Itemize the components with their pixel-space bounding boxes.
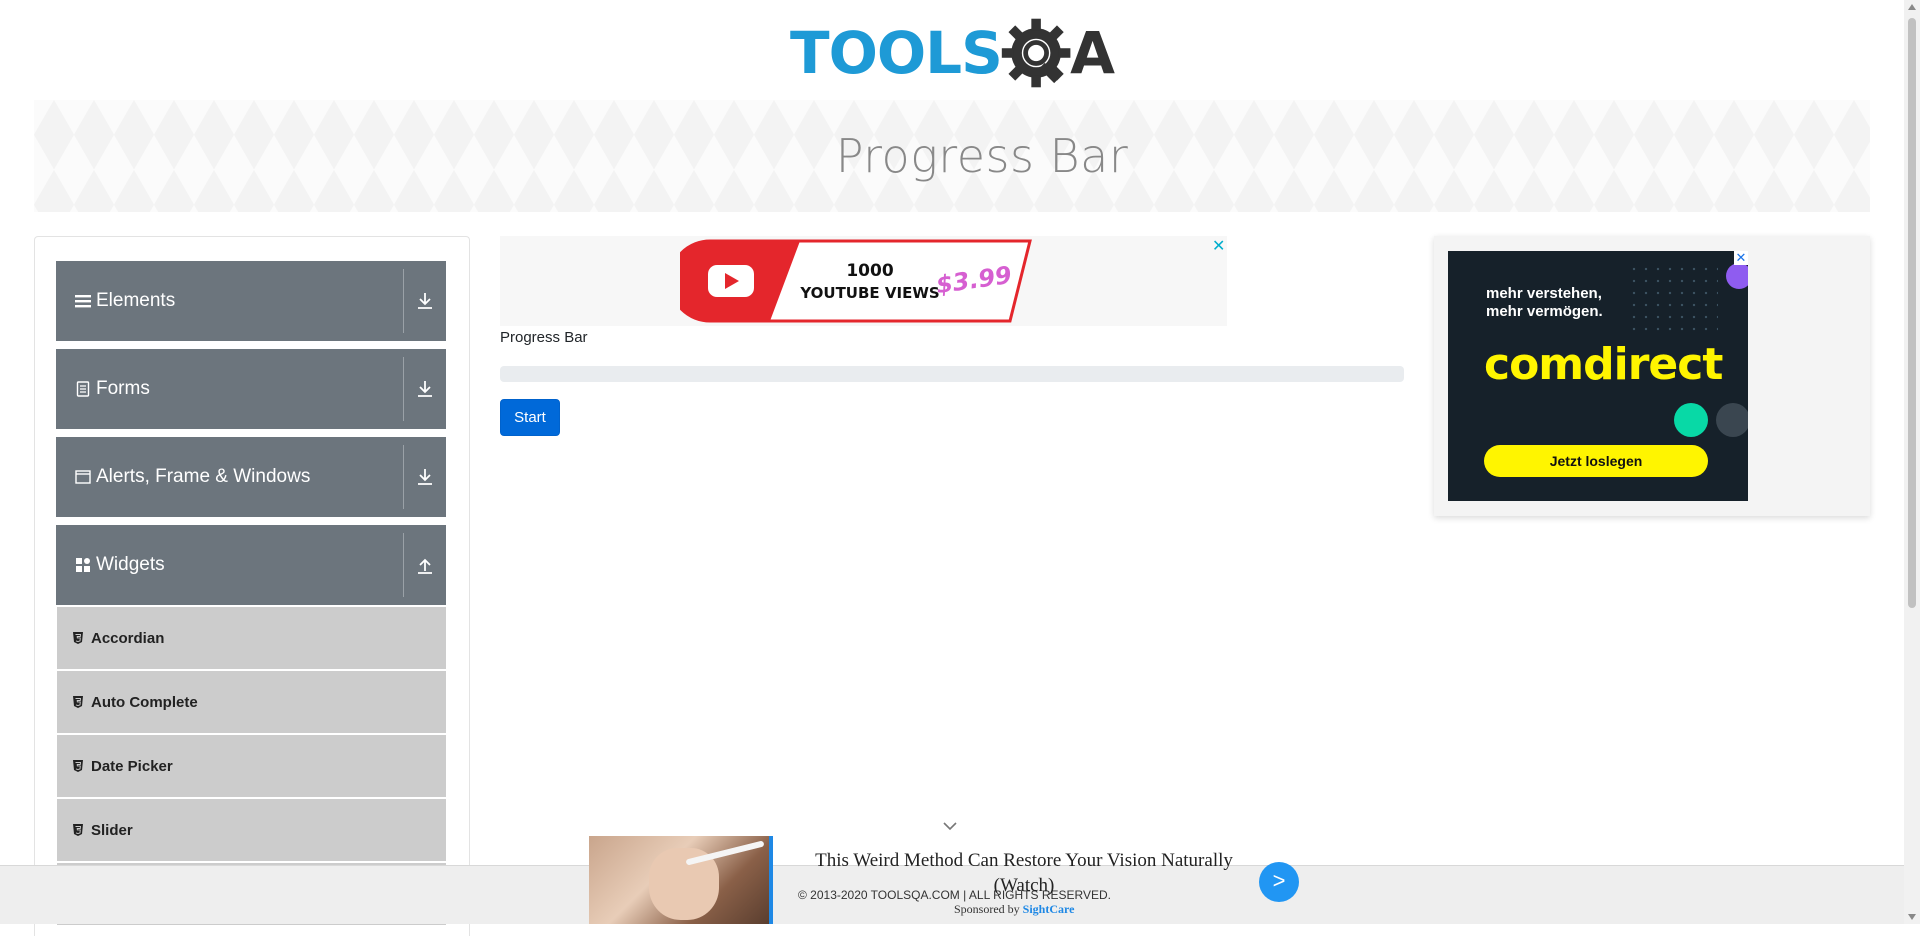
start-button[interactable]: Start (500, 399, 560, 436)
chevron-down-icon[interactable] (942, 820, 958, 832)
dot-pattern (1628, 263, 1718, 333)
ad-cta-button[interactable]: Jetzt loslegen (1484, 445, 1708, 477)
menu-item-date-picker[interactable]: Date Picker (57, 735, 446, 797)
ad-count-text: 1000 (846, 261, 893, 281)
menu-item-label: Slider (91, 821, 133, 839)
comdirect-ad[interactable]: mehr verstehen, mehr vermögen. comdirect… (1448, 251, 1748, 501)
bottom-sponsored-ad[interactable]: This Weird Method Can Restore Your Visio… (589, 836, 1299, 924)
divider (403, 533, 404, 597)
download-arrow-icon[interactable] (414, 289, 436, 313)
gear-magnifier-icon (1001, 18, 1071, 88)
progress-bar (500, 366, 1404, 382)
sponsored-prefix: Sponsored by (954, 902, 1020, 916)
widgets-icon (74, 557, 92, 573)
ad-tagline: mehr verstehen, mehr vermögen. (1486, 285, 1603, 320)
download-arrow-icon[interactable] (414, 377, 436, 401)
divider (403, 269, 404, 333)
progress-bar-label: Progress Bar (500, 329, 588, 346)
scrollbar-thumb[interactable] (1908, 18, 1916, 608)
logo-text-tools: TOOLS (790, 19, 1003, 87)
divider (403, 445, 404, 509)
ad-line2-text: YOUTUBE VIEWS (799, 284, 939, 302)
ad-brand: comdirect (1484, 339, 1723, 390)
logo-text-a: A (1070, 19, 1115, 87)
ad-close-icon[interactable]: ✕ (1734, 251, 1748, 265)
scroll-down-icon[interactable] (1908, 914, 1916, 920)
scroll-up-icon[interactable] (1908, 4, 1916, 10)
page-title: Progress Bar (835, 129, 1129, 183)
group-label: Widgets (96, 554, 165, 575)
menu-item-accordian[interactable]: Accordian (57, 607, 446, 669)
group-label: Forms (96, 378, 150, 399)
menu-item-slider[interactable]: Slider (57, 799, 446, 861)
hamburger-icon (74, 294, 92, 308)
green-circle-decoration (1674, 403, 1708, 437)
divider (403, 357, 404, 421)
toolsqa-logo[interactable]: TOOLS A (790, 12, 1115, 94)
html5-icon (73, 760, 85, 772)
group-label: Alerts, Frame & Windows (96, 466, 311, 487)
sponsor-name[interactable]: SightCare (1023, 902, 1075, 916)
page-scrollbar[interactable] (1904, 0, 1920, 924)
menu-item-label: Date Picker (91, 757, 173, 775)
ad-banner-youtube-views[interactable]: 1000 YOUTUBE VIEWS $3.99 (500, 236, 1227, 326)
purple-circle-decoration (1726, 263, 1748, 289)
form-icon (74, 381, 92, 397)
ad-go-button[interactable]: > (1259, 862, 1299, 902)
gray-circle-decoration (1716, 403, 1748, 437)
youtube-views-ad-graphic: 1000 YOUTUBE VIEWS $3.99 (680, 239, 1032, 323)
html5-icon (73, 824, 85, 836)
page-banner: Progress Bar (34, 100, 1870, 212)
group-header-alerts-frame-windows[interactable]: Alerts, Frame & Windows (56, 437, 446, 517)
upload-arrow-icon[interactable] (414, 553, 436, 577)
ad-thumbnail-image (589, 836, 773, 924)
html5-icon (73, 696, 85, 708)
group-header-elements[interactable]: Elements (56, 261, 446, 341)
group-header-widgets[interactable]: Widgets (56, 525, 446, 605)
download-arrow-icon[interactable] (414, 465, 436, 489)
left-panel-menu: Elements Forms Alerts, Frame & Windows W… (34, 236, 470, 936)
menu-item-auto-complete[interactable]: Auto Complete (57, 671, 446, 733)
group-label: Elements (96, 290, 176, 311)
window-icon (74, 470, 92, 484)
ad-sponsored-line: Sponsored by SightCare (954, 902, 1074, 917)
ad-close-icon[interactable]: ✕ (1212, 236, 1225, 256)
menu-item-label: Accordian (91, 629, 165, 647)
group-header-forms[interactable]: Forms (56, 349, 446, 429)
html5-icon (73, 632, 85, 644)
menu-item-label: Auto Complete (91, 693, 198, 711)
ad-headline[interactable]: This Weird Method Can Restore Your Visio… (794, 848, 1254, 898)
